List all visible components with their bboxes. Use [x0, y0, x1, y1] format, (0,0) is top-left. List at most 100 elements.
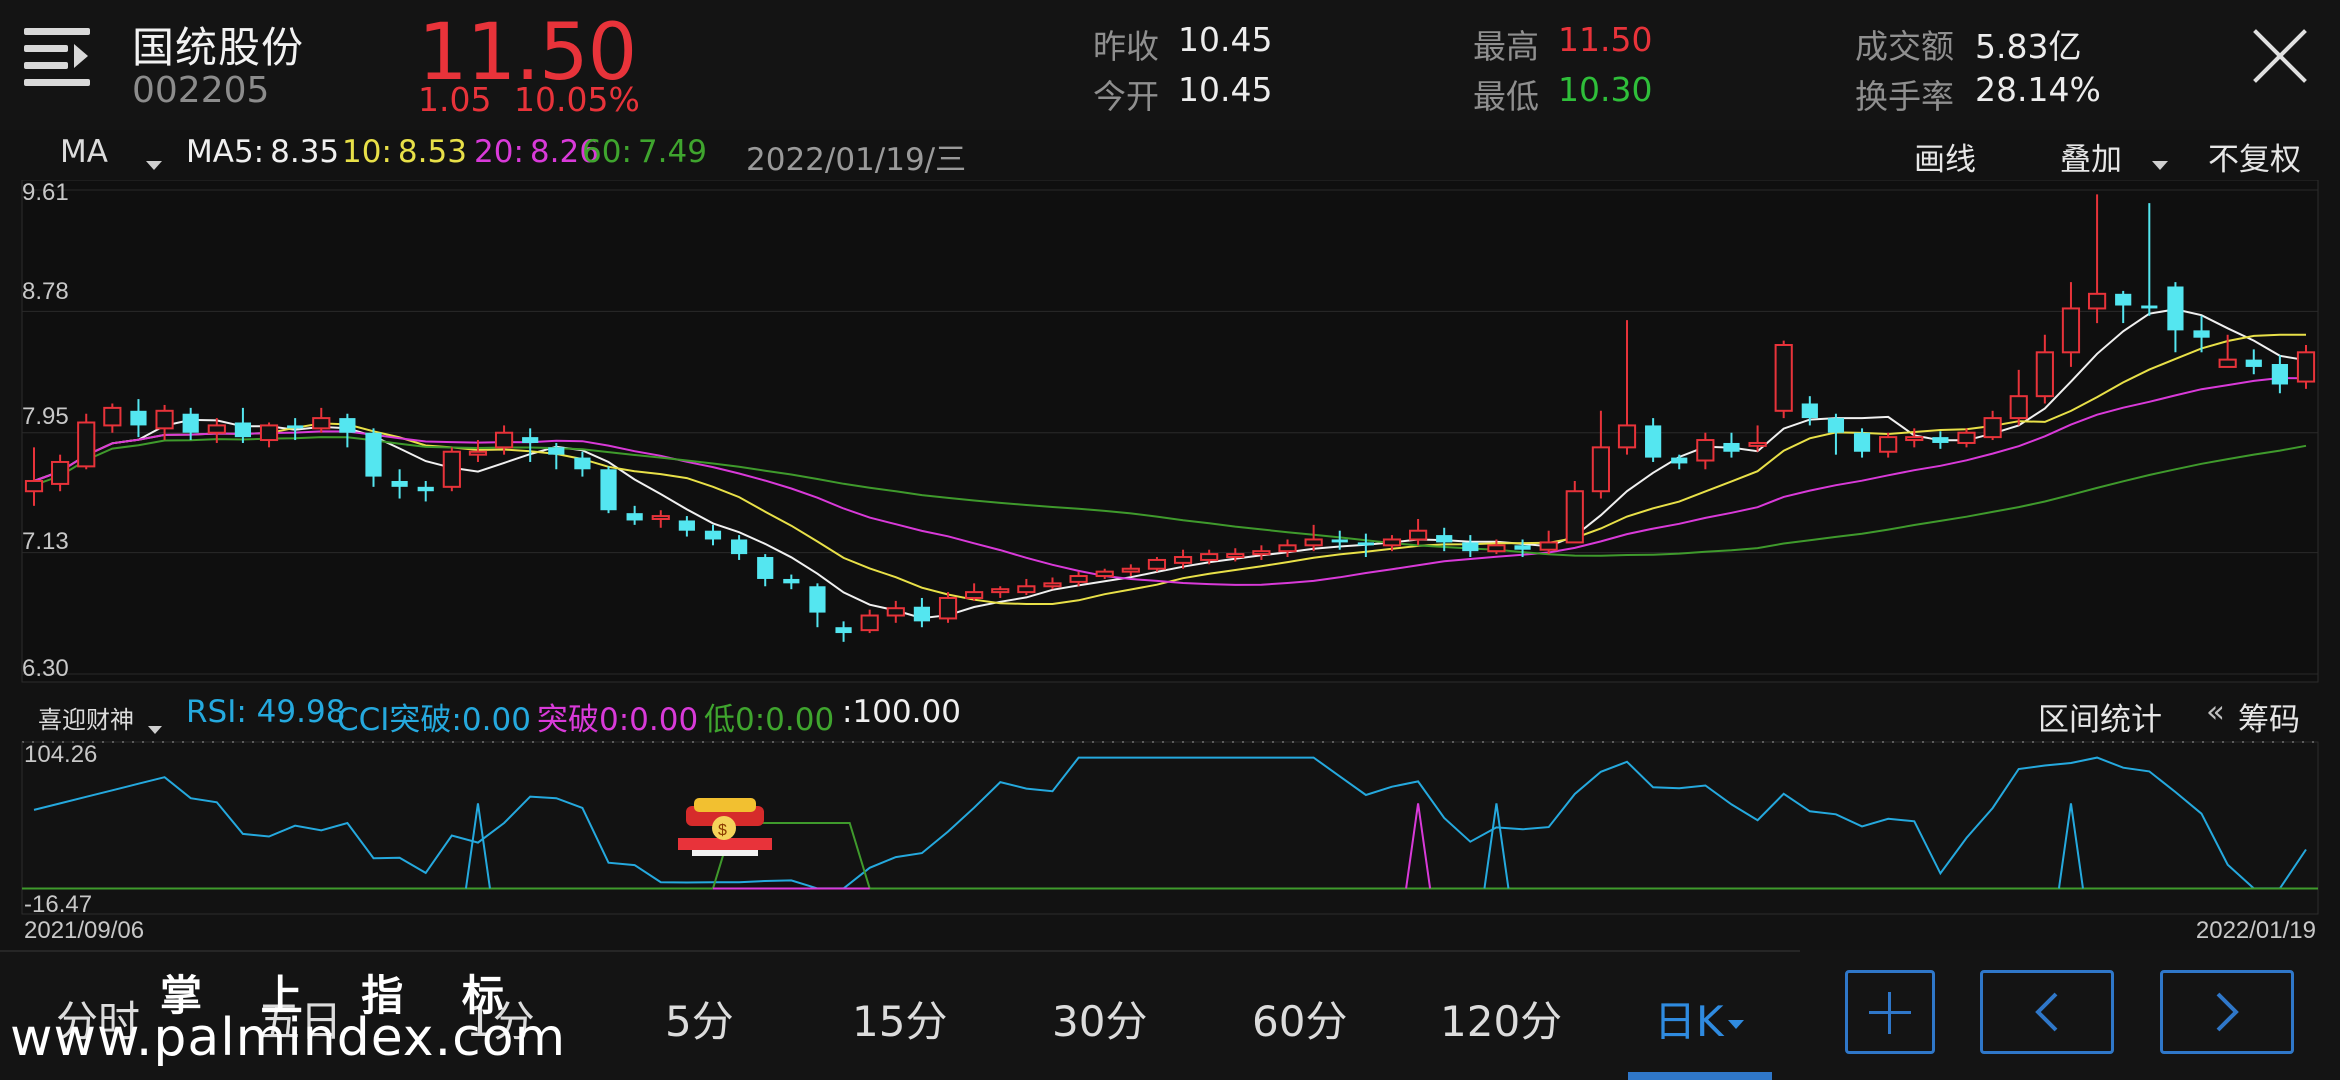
candle-body — [1905, 436, 1924, 442]
tab-60min[interactable]: 60分 — [1252, 988, 1347, 1049]
indicator-select[interactable]: MA — [60, 134, 108, 170]
candle-body — [1382, 538, 1402, 547]
end-date: 2022/01/19 — [2196, 917, 2316, 944]
candle-body — [494, 431, 514, 449]
candle-body — [1514, 545, 1531, 550]
previous-button[interactable] — [1980, 970, 2114, 1054]
candle-body — [886, 607, 905, 617]
candle-body — [783, 578, 800, 584]
candle-body — [1200, 553, 1219, 561]
open-value: 10.45 — [1178, 70, 1273, 109]
start-date: 2021/09/06 — [24, 917, 144, 944]
candle-body — [312, 417, 331, 430]
cci-legend: CCI突破:0.00 — [337, 694, 531, 739]
turnover-rate-value: 28.14% — [1975, 70, 2101, 109]
chevron-left-icon — [2035, 992, 2058, 1032]
candle-body — [2141, 305, 2158, 309]
tab-daily-k-label: 日K — [1654, 997, 1724, 1046]
plus-icon — [1888, 992, 1891, 1034]
candle-body — [1487, 544, 1506, 553]
candle-body — [24, 479, 44, 493]
turnover-label: 成交额 — [1855, 27, 1954, 66]
candle-body — [339, 418, 356, 433]
chevron-right-icon — [2216, 992, 2239, 1032]
candle-body — [1226, 553, 1245, 559]
chips-button[interactable]: 筹码 — [2238, 694, 2300, 739]
candle-body — [2167, 286, 2184, 331]
quote-header: 国统股份 002205 11.50 1.05 10.05% 昨收 10.45 今… — [0, 0, 2340, 130]
candle-body — [365, 432, 382, 477]
breakout-spike — [464, 803, 491, 889]
ma10-legend: 10: 8.53 — [342, 134, 467, 170]
candle-body — [1331, 539, 1348, 543]
candle-body — [468, 450, 488, 456]
draw-line-button[interactable]: 画线 — [1914, 134, 1976, 179]
close-icon[interactable] — [2250, 26, 2310, 86]
breakout-spike — [2057, 803, 2084, 889]
candle-body — [678, 520, 695, 531]
candle-body — [234, 422, 252, 438]
candle-body — [2115, 293, 2132, 306]
candle-body — [1095, 570, 1114, 578]
candle-body — [182, 413, 199, 433]
extra-value: :100.00 — [842, 694, 961, 730]
candle-body — [1147, 558, 1167, 570]
next-button[interactable] — [2160, 970, 2294, 1054]
candle-body — [1278, 544, 1297, 553]
rsi-line — [33, 756, 2307, 890]
candle-body — [1774, 343, 1793, 412]
candle-body — [731, 539, 748, 555]
candle-body — [1069, 575, 1088, 583]
candle-body — [1539, 541, 1558, 551]
stock-name: 国统股份 — [132, 23, 305, 72]
change-percent: 10.05% — [513, 80, 640, 119]
breakout-spike — [1405, 803, 1432, 889]
ma20-label: 20: — [474, 134, 524, 170]
tab-15min[interactable]: 15分 — [852, 988, 947, 1049]
tab-5min[interactable]: 5分 — [665, 988, 734, 1049]
tab-120min[interactable]: 120分 — [1440, 988, 1562, 1049]
high-label: 最高 — [1473, 27, 1539, 66]
candle-body — [155, 409, 174, 430]
double-chevron-left-icon[interactable]: « — [2206, 694, 2225, 730]
candle-body — [1932, 437, 1949, 443]
candle-body — [1853, 432, 1871, 452]
add-button[interactable] — [1845, 970, 1935, 1054]
change-value: 1.05 — [418, 80, 492, 119]
candle-body — [1645, 425, 1662, 458]
candle-body — [1408, 529, 1428, 541]
chevron-down-icon[interactable] — [146, 146, 162, 182]
candle-body — [704, 530, 722, 540]
ma20-legend: 20: 8.26 — [474, 134, 599, 170]
active-tab-indicator — [1628, 1072, 1772, 1080]
candle-body — [2271, 364, 2288, 385]
tab-30min[interactable]: 30分 — [1052, 988, 1147, 1049]
overlay-button[interactable]: 叠加 — [2060, 134, 2122, 179]
indicator-chart[interactable]: $ 104.26 -16.47 2021/09/06 2022/01/19 — [0, 740, 2340, 945]
candle-body — [51, 460, 70, 485]
range-stats-button[interactable]: 区间统计 — [2038, 694, 2162, 739]
menu-icon[interactable] — [24, 28, 90, 86]
chevron-down-icon[interactable] — [2152, 146, 2168, 182]
candle-body — [1357, 542, 1374, 546]
candle-body — [1696, 439, 1715, 462]
candle-body — [1617, 424, 1637, 449]
kline-chart[interactable]: 9.61 8.78 7.95 7.13 6.30 — [0, 180, 2340, 700]
candle-body — [130, 410, 147, 426]
candle-body — [2009, 395, 2028, 420]
candle-body — [287, 425, 304, 429]
stock-code: 002205 — [132, 70, 270, 111]
candle-body — [1983, 417, 2002, 439]
ma10-value: 8.53 — [397, 134, 467, 170]
sub-indicator-select[interactable]: 喜迎财神 — [38, 700, 134, 735]
y-tick-label: 104.26 — [24, 741, 97, 768]
cursor-date: 2022/01/19/三 — [746, 142, 967, 178]
tab-daily-k[interactable]: 日K — [1654, 988, 1744, 1049]
candle-body — [207, 424, 226, 434]
candle-body — [2061, 307, 2081, 354]
candle-body — [2296, 351, 2316, 383]
indicator-select-label: MA — [60, 134, 108, 170]
adjust-button[interactable]: 不复权 — [2208, 134, 2301, 179]
candle-body — [860, 614, 879, 632]
y-tick-label: 7.95 — [22, 403, 69, 430]
